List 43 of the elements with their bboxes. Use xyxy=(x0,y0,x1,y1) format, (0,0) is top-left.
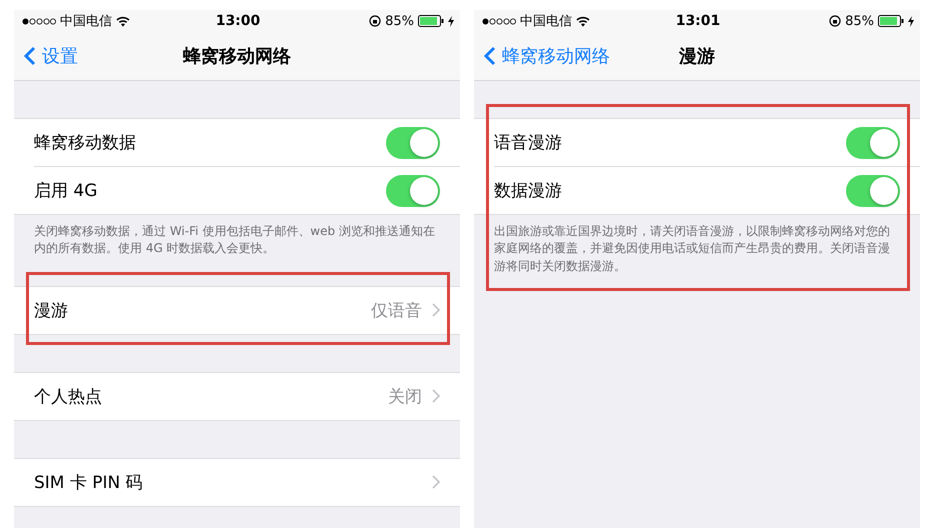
toggle-switch[interactable] xyxy=(846,126,900,158)
row-label: SIM 卡 PIN 码 xyxy=(34,472,143,494)
chevron-icon xyxy=(432,389,440,404)
row-label: 个人热点 xyxy=(34,386,102,408)
toggle-switch[interactable] xyxy=(386,174,440,206)
nav-title: 蜂窝移动网络 xyxy=(183,45,291,68)
wifi-icon xyxy=(576,16,590,26)
rotation-lock-icon xyxy=(829,15,842,27)
nav-title: 漫游 xyxy=(679,45,715,68)
row-label: 数据漫游 xyxy=(494,180,562,202)
back-button[interactable]: 蜂窝移动网络 xyxy=(484,44,610,68)
toggle-switch[interactable] xyxy=(386,126,440,158)
back-chevron-icon xyxy=(24,46,36,66)
toggle-switch[interactable] xyxy=(846,174,900,206)
back-button[interactable]: 设置 xyxy=(24,44,78,68)
row-label: 语音漫游 xyxy=(494,132,562,154)
row-label: 漫游 xyxy=(34,300,68,322)
status-time: 13:00 xyxy=(216,13,260,29)
carrier-name: 中国电信 xyxy=(60,13,112,30)
status-time: 13:01 xyxy=(676,13,720,29)
settings-row[interactable]: SIM 卡 PIN 码 xyxy=(34,458,460,506)
charging-icon xyxy=(448,16,454,26)
chevron-icon xyxy=(432,303,440,318)
row-value: 关闭 xyxy=(388,386,422,408)
row-label: 蜂窝移动数据 xyxy=(34,132,136,154)
row-value: 仅语音 xyxy=(371,300,422,322)
battery-percent: 85% xyxy=(385,14,414,28)
row-label: 启用 4G xyxy=(34,180,98,202)
battery-percent: 85% xyxy=(845,14,874,28)
battery-icon xyxy=(878,15,904,27)
back-chevron-icon xyxy=(484,46,496,66)
wifi-icon xyxy=(116,16,130,26)
rotation-lock-icon xyxy=(369,15,382,27)
section-footer: 出国旅游或靠近国界边境时，请关闭语音漫游，以限制蜂窝移动网络对您的家庭网络的覆盖，并避免因使用电话或短信而产生昂贵的费用。关闭语音漫游将同时关闭数据漫游。 xyxy=(474,215,920,282)
section-footer: 关闭蜂窝移动数据，通过 Wi-Fi 使用包括电子邮件、web 浏览和推送通知在内的所有数据。使用 4G 时数据载入会更快。 xyxy=(14,215,460,264)
settings-row[interactable]: 漫游 仅语音 xyxy=(34,286,460,334)
carrier-name: 中国电信 xyxy=(520,13,572,30)
battery-icon xyxy=(418,15,444,27)
signal-icon xyxy=(22,18,56,24)
signal-icon xyxy=(482,18,516,24)
chevron-icon xyxy=(432,475,440,490)
charging-icon xyxy=(908,16,914,26)
settings-row[interactable]: 个人热点 关闭 xyxy=(34,372,460,420)
